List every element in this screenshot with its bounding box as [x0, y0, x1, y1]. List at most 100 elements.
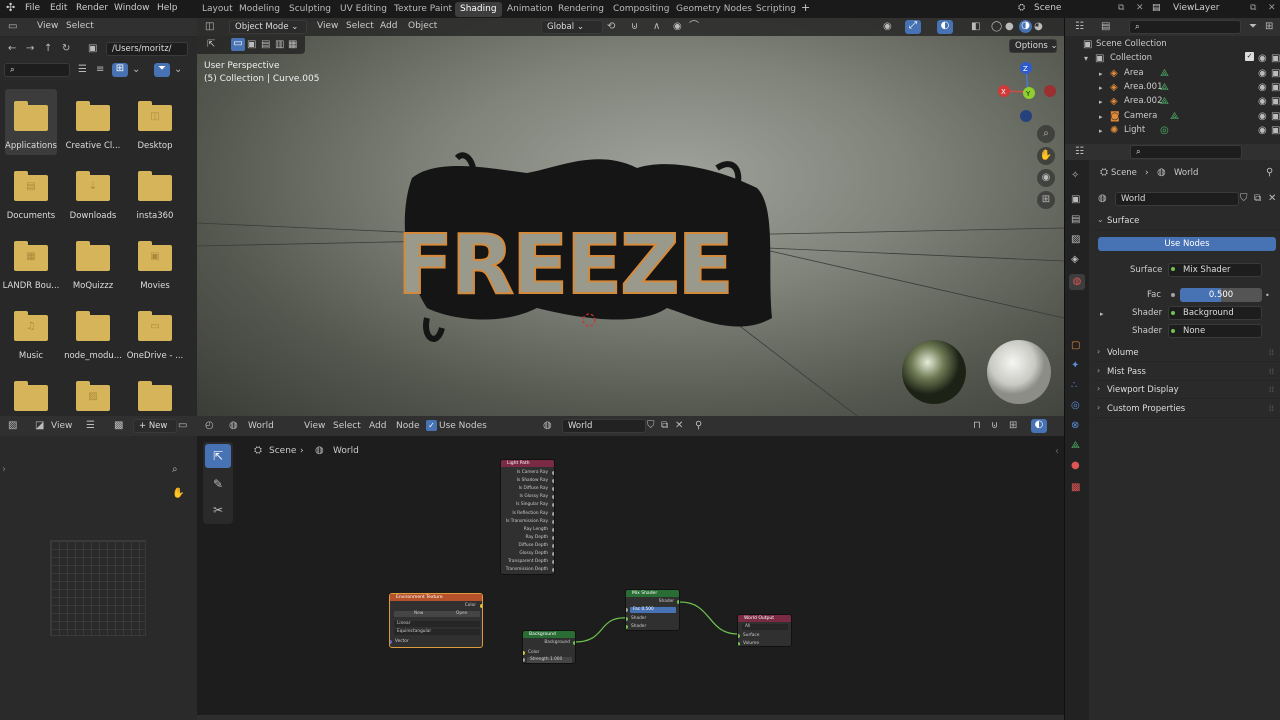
folder-icon[interactable]: ◫: [138, 101, 172, 131]
background-color-socket[interactable]: [523, 651, 525, 655]
env-new-button[interactable]: New: [414, 611, 423, 616]
row-expand-icon[interactable]: ▸: [1099, 96, 1103, 108]
props-world-name-field[interactable]: World: [1115, 192, 1239, 206]
pan-hand-icon[interactable]: ✋: [1037, 147, 1055, 165]
tab-compositing[interactable]: Compositing: [608, 2, 674, 17]
outliner-row[interactable]: ▸ ✺ Light ◎ ◉ ▣: [1065, 124, 1280, 138]
image-editor[interactable]: ▨ ◪ View ☰ ▩ + New ▭ ⌕ ✋ ›: [0, 416, 197, 720]
drag-handle-icon[interactable]: ⁞⁞: [1269, 385, 1274, 394]
view-layer-name[interactable]: ViewLayer: [1173, 3, 1219, 13]
tool-tab-icon[interactable]: ✧: [1071, 170, 1079, 182]
menu-render[interactable]: Render: [76, 3, 108, 13]
folder-icon[interactable]: ▭: [138, 311, 172, 341]
section-custom-properties[interactable]: › Custom Properties ⁞⁞: [1092, 401, 1280, 419]
menu-file[interactable]: File: [25, 3, 40, 13]
outliner-editor-icon[interactable]: ☷: [1075, 21, 1084, 33]
outliner-item-label[interactable]: Area.002: [1124, 96, 1163, 106]
light-path-socket[interactable]: [552, 511, 554, 516]
folder-icon[interactable]: ▨: [76, 381, 110, 411]
props-fake-user-icon[interactable]: ⛉: [1240, 193, 1248, 205]
row-eye-icon[interactable]: ◉: [1258, 125, 1267, 137]
camera-view-icon[interactable]: ◉: [1037, 169, 1055, 187]
light-path-socket[interactable]: [552, 543, 554, 548]
env-projection-dropdown[interactable]: Equirectangular: [394, 629, 480, 635]
viewport-3d[interactable]: ◫ Object Mode ⌄ View Select Add Object G…: [197, 18, 1064, 416]
ortho-toggle-icon[interactable]: ⊞: [1037, 191, 1055, 209]
forward-icon[interactable]: →: [26, 43, 34, 55]
mix-fac-socket[interactable]: [626, 608, 628, 612]
ie-zoom-icon[interactable]: ⌕: [172, 464, 178, 476]
collection-checkbox[interactable]: ✓: [1245, 52, 1254, 61]
new-image-button[interactable]: + New: [133, 419, 177, 433]
world-output-target-dropdown[interactable]: All: [742, 624, 788, 630]
object-data-icon[interactable]: ⟁: [1170, 111, 1179, 123]
fac-slider[interactable]: 0.500: [1180, 288, 1262, 302]
hamburger-icon[interactable]: ☰: [86, 420, 95, 432]
new-folder-icon[interactable]: ▣: [88, 43, 97, 55]
world-tab-icon[interactable]: ◍: [1069, 274, 1085, 290]
mix-output-socket[interactable]: [677, 600, 679, 604]
light-path-socket[interactable]: [552, 519, 554, 524]
menu-window[interactable]: Window: [114, 3, 150, 13]
shader1-expand-icon[interactable]: ▸: [1100, 308, 1104, 320]
scene-name[interactable]: Scene: [1034, 3, 1061, 13]
props-unlink-icon[interactable]: ✕: [1268, 193, 1276, 205]
light-path-socket[interactable]: [552, 495, 554, 500]
background-strength-socket[interactable]: [523, 658, 525, 662]
row-expand-icon[interactable]: ▸: [1099, 82, 1103, 94]
data-tab-icon[interactable]: ⟁: [1071, 440, 1080, 452]
back-icon[interactable]: ←: [8, 43, 16, 55]
image-editor-type-icon[interactable]: ▨: [8, 420, 17, 432]
outliner-item-label[interactable]: Light: [1124, 125, 1145, 135]
ie-view-menu[interactable]: View: [51, 421, 72, 431]
row-expand-icon[interactable]: ▸: [1099, 68, 1103, 80]
object-tab-icon[interactable]: ▢: [1071, 340, 1080, 352]
collection-eye-icon[interactable]: ◉: [1258, 53, 1267, 65]
display-dropdown-icon[interactable]: ⌄: [132, 64, 140, 76]
view-layer-icon[interactable]: ▤: [1152, 3, 1161, 13]
folder-icon[interactable]: [14, 101, 48, 131]
physics-tab-icon[interactable]: ◎: [1071, 400, 1080, 412]
row-eye-icon[interactable]: ◉: [1258, 68, 1267, 80]
props-world-browse-icon[interactable]: ◍: [1098, 193, 1107, 205]
file-item-label[interactable]: Desktop: [124, 141, 186, 151]
tab-animation[interactable]: Animation: [502, 2, 558, 17]
properties-editor-icon[interactable]: ☷: [1075, 146, 1084, 158]
parent-dir-icon[interactable]: ↑: [44, 43, 52, 55]
tab-sculpting[interactable]: Sculpting: [284, 2, 336, 17]
tab-geometry-nodes[interactable]: Geometry Nodes: [671, 2, 757, 17]
props-pin-icon[interactable]: ⚲: [1266, 167, 1273, 179]
row-camera-icon[interactable]: ▣: [1271, 82, 1280, 94]
object-data-icon[interactable]: ◎: [1160, 125, 1169, 137]
blender-logo-icon[interactable]: ✣: [6, 1, 15, 14]
tab-uv-editing[interactable]: UV Editing: [335, 2, 392, 17]
scene-close-icon[interactable]: ✕: [1136, 3, 1144, 13]
file-item-label[interactable]: Applications: [0, 141, 62, 151]
thumbnails-icon[interactable]: ⊞: [112, 63, 128, 77]
background-strength-field[interactable]: Strength 1.000: [527, 657, 572, 663]
file-item-label[interactable]: OneDrive - ...: [124, 351, 186, 361]
outliner-item-label[interactable]: Area.001: [1124, 82, 1163, 92]
mix-fac-field[interactable]: Fac 0.500: [630, 607, 676, 613]
section-mist-pass[interactable]: › Mist Pass ⁞⁞: [1092, 364, 1280, 381]
outliner-row[interactable]: ▸ ◈ Area ⟁ ◉ ▣: [1065, 67, 1280, 81]
constraints-tab-icon[interactable]: ⊗: [1071, 420, 1079, 432]
drag-handle-icon[interactable]: ⁞⁞: [1269, 404, 1274, 413]
outliner-row[interactable]: ▸ ◈ Area.002 ⟁ ◉ ▣: [1065, 95, 1280, 109]
env-color-socket[interactable]: [480, 604, 482, 608]
folder-icon[interactable]: [76, 311, 110, 341]
image-mode-icon[interactable]: ◪: [35, 420, 44, 432]
light-path-socket[interactable]: [552, 568, 554, 573]
new-collection-icon[interactable]: ⊞: [1265, 21, 1273, 33]
world-volume-socket[interactable]: [738, 642, 740, 646]
ie-pan-hand-icon[interactable]: ✋: [172, 488, 184, 500]
env-open-button[interactable]: Open: [456, 611, 467, 616]
light-path-socket[interactable]: [552, 560, 554, 565]
folder-icon[interactable]: ▦: [14, 241, 48, 271]
navigation-gizmo[interactable]: Z X Y: [997, 60, 1059, 122]
view-layer-tab-icon[interactable]: ▨: [1071, 234, 1080, 246]
row-camera-icon[interactable]: ▣: [1271, 125, 1280, 137]
properties-search-input[interactable]: ⌕: [1130, 145, 1242, 159]
row-expand-icon[interactable]: ▸: [1099, 111, 1103, 123]
tab-texture-paint[interactable]: Texture Paint: [389, 2, 457, 17]
